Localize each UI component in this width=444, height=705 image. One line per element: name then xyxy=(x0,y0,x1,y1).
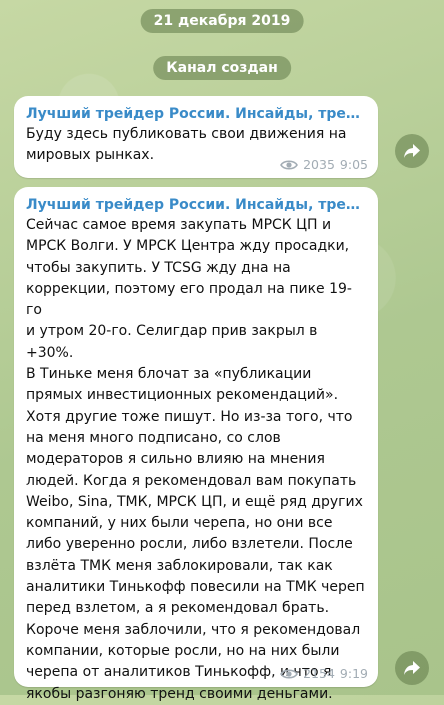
share-arrow-icon xyxy=(404,144,420,158)
message-time: 9:19 xyxy=(339,666,368,681)
views-count: 2154 xyxy=(303,666,335,681)
message-text: Сейчас самое время закупать МРСК ЦП и МР… xyxy=(26,217,365,702)
eye-icon xyxy=(280,668,299,679)
message-bubble-2[interactable]: Лучший трейдер России. Инсайды, трейдинг… xyxy=(14,187,378,702)
share-button[interactable] xyxy=(395,134,429,168)
message-time: 9:05 xyxy=(339,157,368,172)
share-button[interactable] xyxy=(395,651,429,685)
message-bubble-1[interactable]: Лучший трейдер России. Инсайды, трейдинг… xyxy=(14,96,378,178)
date-badge: 21 декабря 2019 xyxy=(140,9,304,33)
views-count: 2035 xyxy=(303,157,335,172)
eye-icon xyxy=(280,159,299,170)
message-sender[interactable]: Лучший трейдер России. Инсайды, трейдинг xyxy=(26,104,366,124)
service-badge: Канал создан xyxy=(153,56,291,80)
share-arrow-icon xyxy=(404,661,420,675)
message-sender[interactable]: Лучший трейдер России. Инсайды, трейдинг xyxy=(26,195,366,215)
message-meta: 2154 9:19 xyxy=(280,666,368,681)
message-meta: 2035 9:05 xyxy=(280,157,368,172)
